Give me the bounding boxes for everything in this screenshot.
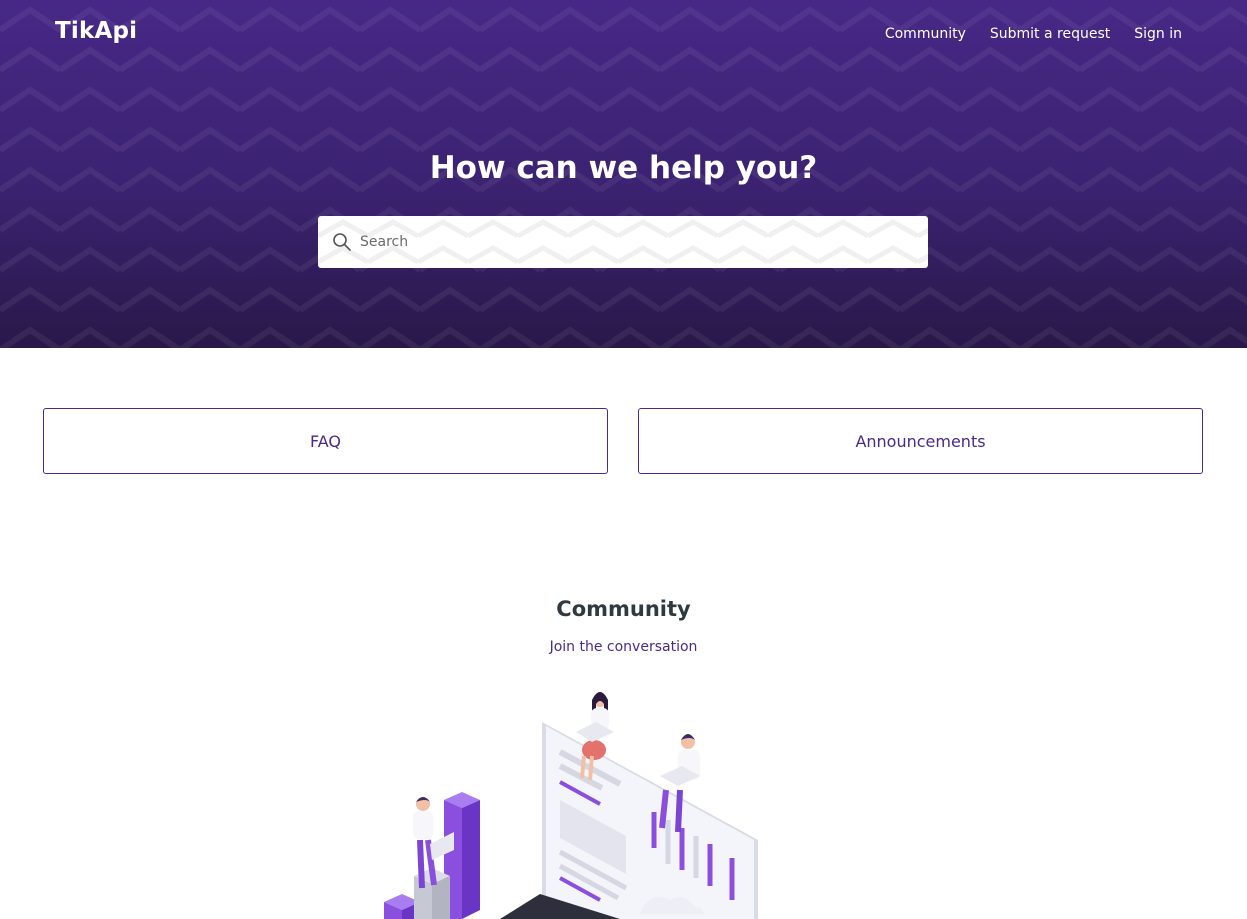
hero-title: How can we help you? bbox=[429, 150, 818, 186]
category-faq[interactable]: FAQ bbox=[43, 408, 608, 474]
community-link-wrapper: Join the conversation bbox=[0, 639, 1247, 655]
community-title: Community bbox=[556, 597, 691, 621]
nav-community-link[interactable]: Community bbox=[885, 26, 966, 42]
search-box[interactable] bbox=[318, 216, 928, 268]
person-leg bbox=[580, 755, 586, 779]
pillar-right bbox=[462, 800, 480, 919]
search-icon bbox=[332, 232, 352, 252]
community-illustration bbox=[370, 680, 790, 919]
person-leg bbox=[675, 789, 683, 833]
person-leg bbox=[417, 839, 425, 889]
person-leg bbox=[588, 755, 594, 781]
join-conversation-link[interactable]: Join the conversation bbox=[550, 639, 698, 655]
person-leg bbox=[659, 789, 669, 829]
person-body bbox=[413, 811, 433, 839]
category-announcements[interactable]: Announcements bbox=[638, 408, 1203, 474]
hero-banner: TikApi Community Submit a request Sign i… bbox=[0, 0, 1247, 348]
top-navigation: Community Submit a request Sign in bbox=[885, 26, 1182, 42]
tikapi-logo[interactable]: TikApi bbox=[55, 18, 137, 44]
nav-submit-request-link[interactable]: Submit a request bbox=[990, 26, 1110, 42]
search-input[interactable] bbox=[358, 233, 898, 251]
nav-sign-in-link[interactable]: Sign in bbox=[1134, 26, 1182, 42]
